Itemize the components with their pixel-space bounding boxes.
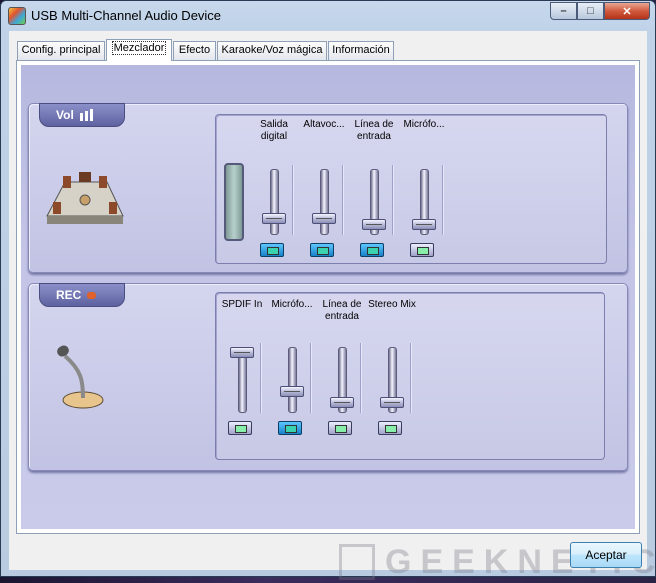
record-section: REC SPDIF In Micrófo... Línea de entrada St… [28,283,628,471]
microphone-icon [57,345,104,409]
tab-efecto[interactable]: Efecto [173,41,216,60]
slider-track [270,169,279,235]
record-channel-label: Stereo Mix [368,299,416,310]
slider-track [320,169,329,235]
record-dot-icon [87,291,97,299]
playback-channel-label: Salida digital [260,119,288,142]
playback-section: Vol Salida digital Altavoc... Línea de e… [28,103,628,273]
record-channel-label: Micrófo... [271,299,313,310]
channel-divider [292,165,293,235]
playback-channel-label: Línea de entrada [354,119,394,142]
playback-mute-toggle[interactable] [260,243,284,257]
channel-divider [342,165,343,235]
slider-thumb[interactable] [412,219,436,230]
channel-divider [410,343,411,413]
watermark-logo-icon [339,544,375,580]
vol-label: Vol [56,108,74,122]
record-channel-label: Línea de entrada [322,299,362,322]
record-volume-slider[interactable] [226,347,258,417]
record-channel-label: SPDIF In [221,299,263,310]
tab-mezclador[interactable]: Mezclador [106,39,172,61]
channel-divider [260,343,261,413]
record-volume-slider[interactable] [326,347,358,417]
record-mute-toggle[interactable] [328,421,352,435]
vol-tab: Vol [39,103,125,127]
slider-track [288,347,297,413]
slider-thumb[interactable] [362,219,386,230]
close-button[interactable]: ✕ [604,2,650,20]
window-title: USB Multi-Channel Audio Device [31,8,222,23]
title-bar[interactable]: USB Multi-Channel Audio Device – □ ✕ [1,1,655,31]
playback-mute-toggle[interactable] [410,243,434,257]
maximize-button[interactable]: □ [577,2,604,20]
slider-thumb[interactable] [280,386,304,397]
playback-volume-slider[interactable] [408,169,440,239]
slider-thumb[interactable] [380,397,404,408]
mixer-panel: Vol Salida digital Altavoc... Línea de e… [16,60,640,534]
tab-informacion[interactable]: Información [328,41,394,60]
record-volume-slider[interactable] [376,347,408,417]
rec-tab: REC [39,283,125,307]
minimize-button[interactable]: – [550,2,577,20]
channel-divider [442,165,443,235]
slider-thumb[interactable] [330,397,354,408]
playback-level-meter [224,163,244,241]
playback-inner: Salida digital Altavoc... Línea de entrada… [215,114,607,264]
speaker-room-icon [46,172,124,224]
playback-channel-label: Micrófo... [403,119,445,130]
app-window: USB Multi-Channel Audio Device – □ ✕ Con… [0,0,656,581]
audio-app-icon [8,7,26,25]
aceptar-button[interactable]: Aceptar [570,542,642,568]
playback-channel-label: Altavoc... [303,119,345,130]
record-mute-toggle[interactable] [378,421,402,435]
playback-volume-slider[interactable] [308,169,340,239]
channel-divider [392,165,393,235]
playback-mute-toggle[interactable] [360,243,384,257]
volume-bars-icon [79,109,93,121]
rec-label: REC [56,288,82,302]
playback-volume-slider[interactable] [358,169,390,239]
playback-mute-toggle[interactable] [310,243,334,257]
slider-thumb[interactable] [312,213,336,224]
channel-divider [310,343,311,413]
record-mute-toggle[interactable] [278,421,302,435]
record-volume-slider[interactable] [276,347,308,417]
channel-divider [360,343,361,413]
dialog-client: Config. principal Mezclador Efecto Karao… [9,31,655,581]
slider-thumb[interactable] [230,347,254,358]
record-mute-toggle[interactable] [228,421,252,435]
tab-config-principal[interactable]: Config. principal [17,41,105,60]
tab-karaoke[interactable]: Karaoke/Voz mágica [217,41,327,60]
mixer-skin: Vol Salida digital Altavoc... Línea de e… [21,65,635,529]
record-inner: SPDIF In Micrófo... Línea de entrada Stereo… [215,292,605,460]
playback-volume-slider[interactable] [258,169,290,239]
slider-thumb[interactable] [262,213,286,224]
